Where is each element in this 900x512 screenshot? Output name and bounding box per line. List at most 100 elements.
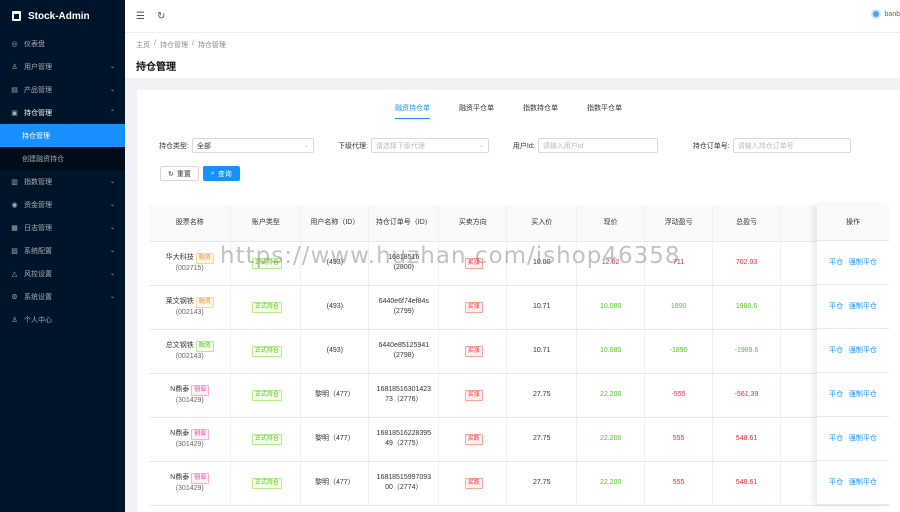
total-pnl: -1989.6 (734, 347, 759, 354)
sell-button[interactable]: 平仓 (829, 303, 843, 310)
force-sell-button[interactable]: 强制平仓 (849, 259, 877, 266)
sell-button[interactable]: 平仓 (829, 479, 843, 486)
user-menu[interactable]: banbo (870, 9, 900, 19)
table-row: 华大科技 融资 (002715) 正式持仓 (493) 16818516 (2800) 买涨 1… (149, 241, 889, 286)
float-pnl: 711 (673, 259, 685, 266)
type-select[interactable]: 全部 ⌄ (191, 138, 314, 153)
app-logo[interactable]: Stock-Admin (0, 0, 125, 32)
force-sell-button[interactable]: 强制平仓 (849, 479, 877, 486)
app-title: Stock-Admin (28, 10, 90, 22)
sidebar-item-users[interactable]: ♙ 用户管理 ⌄ (0, 55, 125, 78)
order-placeholder: 请输入持仓订单号 (737, 142, 794, 150)
order-id-part: (2800) (393, 264, 414, 271)
stock-code: (002143) (175, 352, 204, 360)
stock-tag: 创业 (191, 428, 210, 440)
user-id-input[interactable]: 请输入用户id (537, 138, 658, 153)
order-id-part: 49（2775） (385, 440, 423, 447)
reset-button[interactable]: ↻ 重置 (160, 166, 199, 181)
total-pnl: -561.39 (734, 391, 759, 398)
sidebar-item-label: 指数管理 (24, 178, 52, 186)
table-row: N鼎泰 创业 (301429) 正式持仓 黎明（477） 16818516228395 49… (149, 417, 889, 462)
user-icon: ♙ (11, 63, 18, 71)
table-cell: N鼎泰 创业 (301429) (149, 417, 232, 462)
sell-button[interactable]: 平仓 (829, 435, 843, 442)
force-sell-button[interactable]: 强制平仓 (849, 391, 877, 398)
ops-column: 操作 平仓 强制平仓 平仓 强制平仓 平仓 强制平仓 平仓 强制平仓 平仓 强制平仓 平仓… (817, 205, 889, 505)
order-input[interactable]: 请输入持仓订单号 (732, 138, 851, 153)
sidebar-item-positions[interactable]: ▣ 持仓管理 ⌃ (0, 101, 125, 124)
table-row: 莱文钢铁 融资 (002143) 正式持仓 (493) 6440e6f74ef84s (27… (149, 285, 889, 330)
user-cell: 黎明（477） (315, 391, 355, 398)
breadcrumb-positions[interactable]: 持仓管理 (160, 40, 188, 50)
tab-index-closed[interactable]: 指数平仓单 (587, 103, 622, 119)
stock-tag: 融资 (195, 340, 214, 352)
order-id-part: 6440e85125941 (378, 342, 430, 349)
log-icon: ▦ (11, 224, 18, 232)
sidebar-menu: ◎ 仪表盘 ♙ 用户管理 ⌄ ▤ 产品管理 ⌄ ▣ 持仓管理 ⌃ 持仓管理 创建融资持仓 ▥ 指… (0, 32, 125, 331)
sell-button[interactable]: 平仓 (829, 259, 843, 266)
sidebar-item-logs[interactable]: ▦ 日志管理 ⌄ (0, 216, 125, 239)
breadcrumb-sep: / (154, 40, 156, 47)
menu-fold-icon[interactable]: ☰ (136, 11, 145, 22)
sidebar-subitem-positions[interactable]: 持仓管理 (0, 124, 125, 147)
order-id-part: 00（2774） (385, 484, 423, 491)
chevron-down-icon: ⌄ (109, 294, 115, 300)
force-sell-button[interactable]: 强制平仓 (849, 435, 877, 442)
agent-select-placeholder: 请选择下级代理 (375, 142, 425, 150)
table-cell: 正式持仓 (230, 373, 302, 418)
force-sell-button[interactable]: 强制平仓 (849, 347, 877, 354)
table-cell: 正式持仓 (230, 329, 302, 374)
ops-cell: 平仓 强制平仓 (817, 241, 889, 285)
sidebar-subitem-create-position[interactable]: 创建融资持仓 (0, 147, 125, 170)
table-cell: (493) (300, 329, 370, 374)
breadcrumb-home[interactable]: 主页 (136, 40, 150, 50)
table-cell: 10.080 (576, 329, 646, 374)
refresh-icon[interactable]: ↻ (157, 11, 165, 22)
stock-code: (002143) (175, 308, 204, 316)
ops-cell: 平仓 强制平仓 (817, 461, 889, 505)
sidebar-item-index[interactable]: ▥ 指数管理 ⌄ (0, 170, 125, 193)
table-cell: 黎明（477） (300, 373, 370, 418)
reset-icon: ↻ (168, 170, 174, 178)
reset-label: 重置 (176, 170, 191, 178)
stock-code: (301429) (175, 484, 204, 492)
sidebar-item-products[interactable]: ▤ 产品管理 ⌄ (0, 78, 125, 101)
total-pnl: 548.61 (735, 479, 758, 486)
table-cell: 16818516301423 73（2776） (368, 373, 440, 418)
sidebar-item-funds[interactable]: ◉ 资金管理 ⌄ (0, 193, 125, 216)
search-button[interactable]: ⌕ 查询 (202, 166, 240, 181)
table-cell: 702.03 (712, 241, 782, 286)
sell-button[interactable]: 平仓 (829, 391, 843, 398)
current-price: 12.02 (601, 259, 620, 266)
stock-code: (301429) (175, 440, 204, 448)
table-cell: 16818516 (2800) (368, 241, 440, 286)
sidebar-item-system[interactable]: ⚙ 系统设置 ⌄ (0, 285, 125, 308)
sidebar-item-dashboard[interactable]: ◎ 仪表盘 (0, 32, 125, 55)
sidebar-item-label: 持仓管理 (22, 132, 50, 140)
col-buy-price: 买入价 (506, 205, 578, 242)
sidebar-item-profile[interactable]: ♙ 个人中心 (0, 308, 125, 331)
order-id-part: 73（2776） (385, 396, 423, 403)
col-stock-name: 股票名称 (149, 205, 232, 242)
current-price: 22.200 (599, 479, 622, 486)
chevron-down-icon: ⌄ (109, 64, 115, 70)
ops-cell: 平仓 强制平仓 (817, 285, 889, 329)
type-label: 持仓类型: (159, 142, 189, 150)
tab-financing-positions[interactable]: 融资持仓单 (395, 103, 430, 119)
sidebar-item-config[interactable]: ▨ 系统配置 ⌄ (0, 239, 125, 262)
table-cell: 548.61 (712, 461, 782, 506)
force-sell-button[interactable]: 强制平仓 (849, 303, 877, 310)
sidebar-item-label: 日志管理 (24, 224, 52, 232)
ops-cell: 平仓 强制平仓 (817, 373, 889, 417)
table-cell: 买跌 (438, 461, 508, 506)
agent-select[interactable]: 请选择下级代理 ⌄ (370, 138, 489, 153)
tab-financing-closed[interactable]: 融资平仓单 (459, 103, 494, 119)
tab-index-positions[interactable]: 指数持仓单 (523, 103, 558, 119)
user-id-label: 用户Id: (512, 142, 535, 150)
sidebar-item-risk[interactable]: △ 风控设置 ⌄ (0, 262, 125, 285)
col-account-type: 账户类型 (230, 205, 302, 242)
briefcase-icon: ▣ (11, 109, 18, 117)
action-buttons: ↻ 重置 ⌕ 查询 (160, 166, 240, 181)
table-cell: 正式持仓 (230, 461, 302, 506)
sell-button[interactable]: 平仓 (829, 347, 843, 354)
